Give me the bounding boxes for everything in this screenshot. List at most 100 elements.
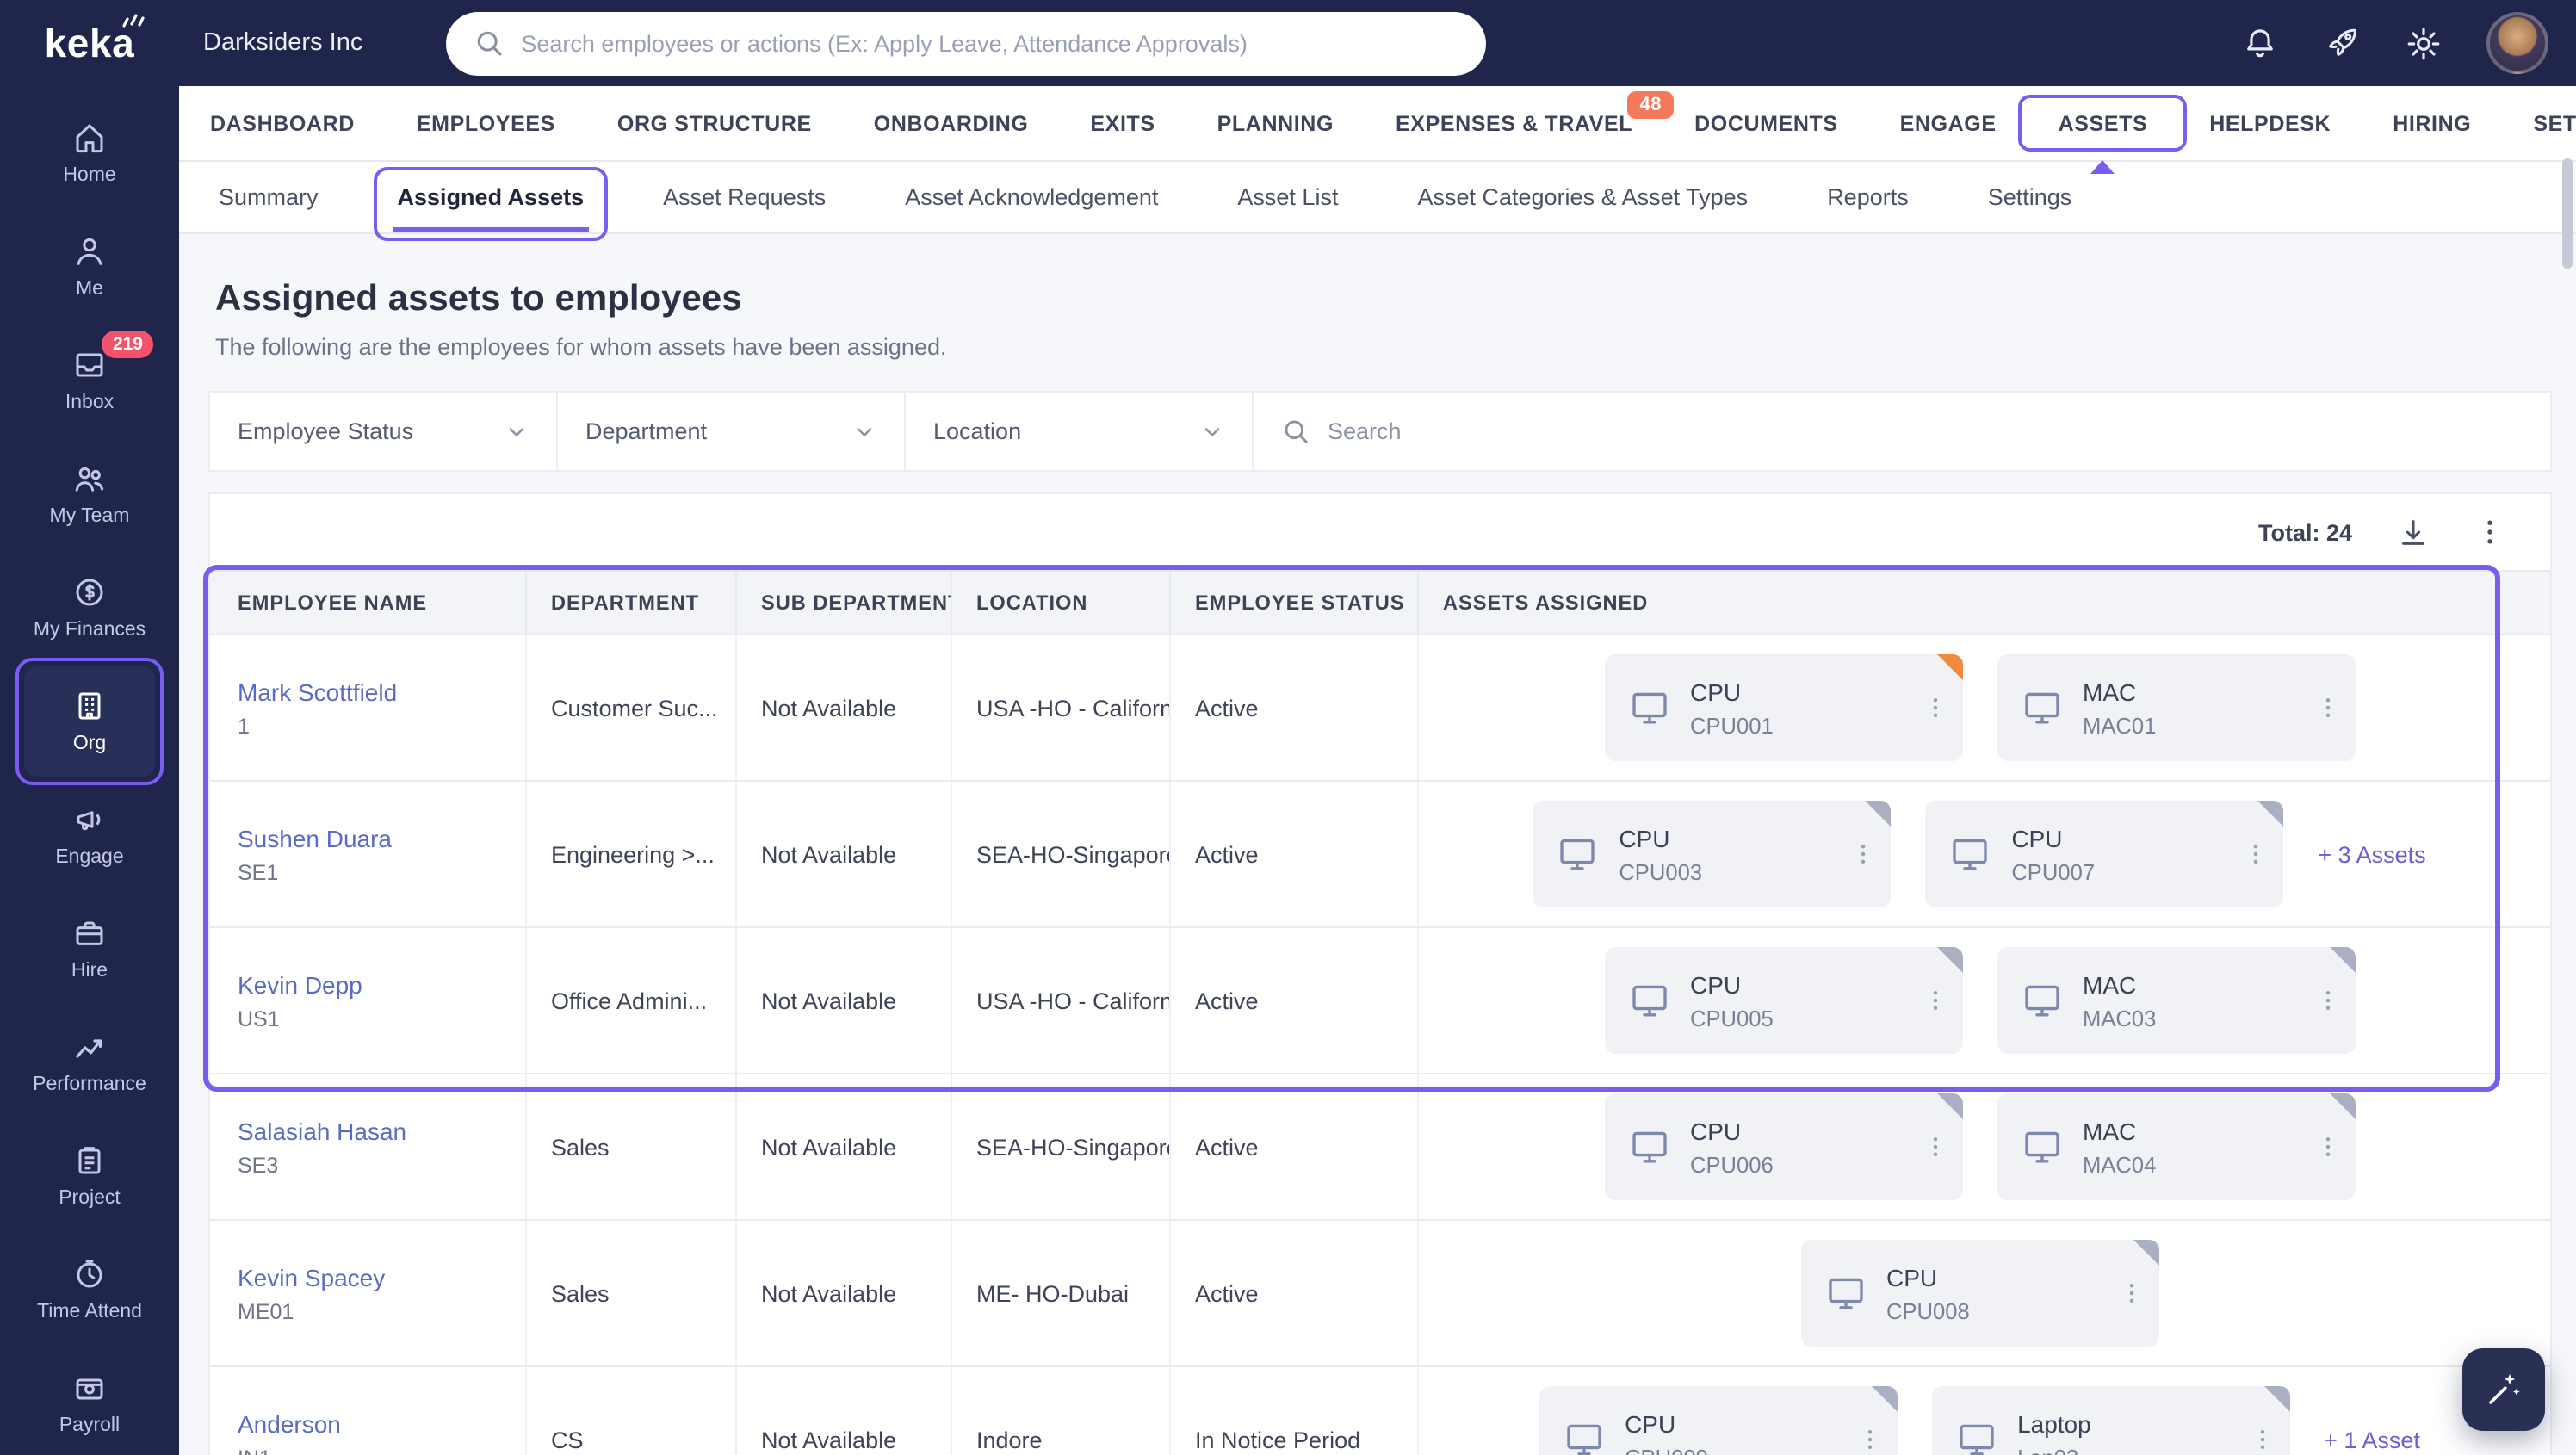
tab-onboarding[interactable]: ONBOARDING	[843, 86, 1060, 160]
asset-card[interactable]: CPU CPU008	[1800, 1240, 2158, 1347]
tab-settings[interactable]: SETTINGS	[2502, 86, 2576, 160]
employee-status-filter[interactable]: Employee Status	[210, 393, 558, 470]
more-assets-link[interactable]: + 1 Asset	[2324, 1427, 2420, 1452]
subtab-label: Settings	[1987, 184, 2072, 210]
asset-menu-icon[interactable]	[1921, 694, 1948, 721]
sidebar-item-org[interactable]: Org	[0, 658, 179, 785]
asset-code: MAC03	[2083, 1005, 2157, 1031]
employee-name-link[interactable]: Sushen Duara	[238, 824, 501, 851]
asset-card[interactable]: CPU CPU006	[1604, 1093, 1962, 1200]
more-options-icon[interactable]	[2474, 517, 2505, 548]
magic-wand-button[interactable]	[2462, 1348, 2545, 1431]
sidebar-item-inbox[interactable]: 219 Inbox	[0, 324, 179, 437]
subtab-asset-acknowledgement[interactable]: Asset Acknowledgement	[865, 162, 1198, 232]
asset-menu-icon[interactable]	[2242, 840, 2269, 868]
download-icon[interactable]	[2397, 516, 2430, 548]
subtab-assigned-assets[interactable]: Assigned Assets	[358, 162, 624, 241]
sidebar-item-me[interactable]: Me	[0, 210, 179, 324]
asset-card[interactable]: MAC MAC03	[1997, 947, 2355, 1054]
global-search-input[interactable]	[521, 30, 1458, 56]
sidebar-item-time-attend[interactable]: Time Attend	[0, 1233, 179, 1347]
page-content: Assigned assets to employees The followi…	[179, 234, 2576, 1455]
asset-card[interactable]: Laptop Lap03	[1931, 1386, 2290, 1455]
filter-bar: Employee Status Department Location	[208, 391, 2552, 472]
column-header-assets-assigned: ASSETS ASSIGNED	[1443, 591, 1649, 615]
top-bar-actions	[2242, 12, 2548, 74]
subtab-asset-categories[interactable]: Asset Categories & Asset Types	[1378, 162, 1787, 232]
subtab-settings[interactable]: Settings	[1948, 162, 2112, 232]
tab-hiring[interactable]: HIRING	[2362, 86, 2502, 160]
asset-type: CPU	[1619, 824, 1670, 851]
rocket-icon[interactable]	[2323, 24, 2361, 62]
tab-employees[interactable]: EMPLOYEES	[386, 86, 586, 160]
tab-planning[interactable]: PLANNING	[1186, 86, 1365, 160]
sub-department-cell: Not Available	[737, 1367, 952, 1455]
tab-expenses-travel[interactable]: EXPENSES & TRAVEL 48	[1365, 86, 1675, 160]
location-filter[interactable]: Location	[906, 393, 1254, 470]
assets-cell: CPU CPU005 MAC MAC03	[1419, 928, 2550, 1073]
tab-documents[interactable]: DOCUMENTS	[1663, 86, 1869, 160]
sidebar-item-engage[interactable]: Engage	[0, 778, 179, 892]
sub-department-cell: Not Available	[737, 1074, 952, 1219]
employee-name-link[interactable]: Salasiah Hasan	[238, 1117, 501, 1144]
asset-card[interactable]: CPU CPU005	[1604, 947, 1962, 1054]
asset-type: CPU	[1690, 1117, 1742, 1144]
asset-card[interactable]: MAC MAC04	[1997, 1093, 2355, 1200]
tab-assets[interactable]: ASSETS	[2018, 86, 2188, 174]
table-search-input[interactable]	[1328, 418, 2523, 444]
subtab-asset-list[interactable]: Asset List	[1198, 162, 1378, 232]
keka-logo[interactable]: keka	[0, 0, 179, 86]
employee-name-link[interactable]: Mark Scottfield	[238, 678, 501, 705]
asset-menu-icon[interactable]	[2313, 1133, 2341, 1161]
asset-text: MAC MAC01	[2083, 678, 2156, 738]
employee-name-link[interactable]: Kevin Depp	[238, 970, 501, 998]
asset-menu-icon[interactable]	[2248, 1426, 2276, 1453]
gear-icon[interactable]	[2406, 25, 2442, 61]
more-assets-link[interactable]: + 3 Assets	[2318, 841, 2425, 867]
sidebar-item-home[interactable]: Home	[0, 96, 179, 210]
vertical-scrollbar[interactable]	[2562, 158, 2573, 269]
tab-org-structure[interactable]: ORG STRUCTURE	[586, 86, 843, 160]
asset-menu-icon[interactable]	[1855, 1426, 1883, 1453]
sidebar-item-hire[interactable]: Hire	[0, 892, 179, 1006]
sidebar-item-payroll[interactable]: Payroll	[0, 1347, 179, 1455]
location-cell: SEA-HO-Singapore	[952, 782, 1171, 926]
assigned-assets-table: Total: 24 EMPLOYEE NAME DEPARTMENT SUB D…	[203, 492, 2552, 1455]
asset-menu-icon[interactable]	[1849, 840, 1877, 868]
tab-exits[interactable]: EXITS	[1059, 86, 1186, 160]
department-filter[interactable]: Department	[558, 393, 906, 470]
tab-helpdesk[interactable]: HELPDESK	[2178, 86, 2362, 160]
asset-card[interactable]: MAC MAC01	[1997, 654, 2355, 761]
chevron-down-icon	[852, 419, 876, 443]
asset-menu-icon[interactable]	[1921, 1133, 1948, 1161]
asset-menu-icon[interactable]	[2313, 694, 2341, 721]
employee-name-link[interactable]: Anderson	[238, 1409, 501, 1437]
subtab-reports[interactable]: Reports	[1787, 162, 1948, 232]
asset-card[interactable]: CPU CPU007	[1925, 801, 2284, 907]
tab-engage[interactable]: ENGAGE	[1869, 86, 2028, 160]
employee-name-link[interactable]: Kevin Spacey	[238, 1263, 501, 1291]
asset-menu-icon[interactable]	[1921, 987, 1948, 1014]
asset-card[interactable]: CPU CPU001	[1604, 654, 1962, 761]
status-cell: Active	[1171, 635, 1419, 780]
sidebar-item-project[interactable]: Project	[0, 1119, 179, 1233]
sidebar-item-performance[interactable]: Performance	[0, 1006, 179, 1119]
asset-card[interactable]: CPU CPU003	[1533, 801, 1892, 907]
subtab-label: Summary	[219, 184, 319, 210]
asset-menu-icon[interactable]	[2313, 987, 2341, 1014]
bell-icon[interactable]	[2242, 25, 2278, 61]
status-cell: Active	[1171, 782, 1419, 926]
sidebar-item-label: Hire	[71, 961, 108, 981]
sidebar-item-my-team[interactable]: My Team	[0, 437, 179, 551]
asset-menu-icon[interactable]	[2117, 1279, 2145, 1307]
asset-card[interactable]: CPU CPU009	[1539, 1386, 1898, 1455]
asset-corner-flag	[1871, 1386, 1898, 1412]
asset-code: CPU008	[1886, 1297, 1970, 1323]
subtab-asset-requests[interactable]: Asset Requests	[623, 162, 865, 232]
subtab-summary[interactable]: Summary	[179, 162, 358, 232]
tab-dashboard[interactable]: DASHBOARD	[179, 86, 386, 160]
asset-text: CPU CPU003	[1619, 824, 1702, 884]
user-avatar[interactable]	[2486, 12, 2548, 74]
tab-label: HIRING	[2393, 111, 2472, 135]
sidebar-item-my-finances[interactable]: My Finances	[0, 551, 179, 665]
